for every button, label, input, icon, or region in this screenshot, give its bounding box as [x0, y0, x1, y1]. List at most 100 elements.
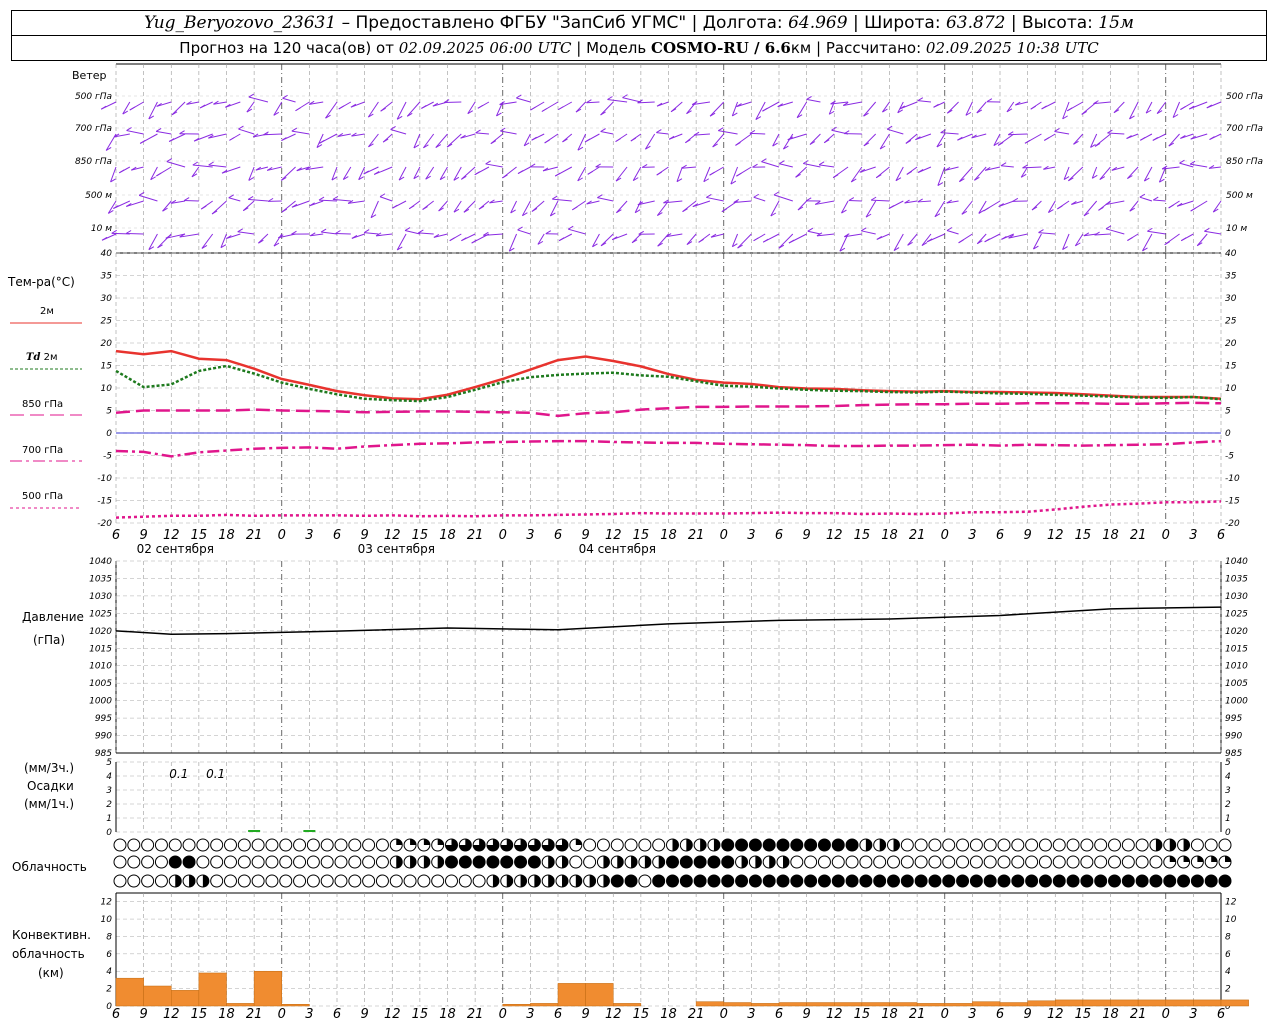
conv-bar — [889, 1002, 918, 1007]
wind-barb — [778, 233, 794, 249]
cloud-circle — [1011, 855, 1025, 869]
cloud-circle — [334, 838, 348, 852]
cloud-fill — [562, 875, 568, 887]
conv-bar — [944, 1003, 973, 1007]
cloud-circle — [362, 838, 376, 852]
wind-barb — [777, 101, 793, 108]
cloud-circle — [942, 874, 956, 888]
cloud-circle — [375, 838, 389, 852]
wind-barb-flag — [541, 108, 548, 112]
cloud-fill — [741, 856, 748, 868]
wind-barb-flag — [630, 137, 637, 142]
wind-barb — [475, 132, 489, 135]
cloud-circle — [900, 874, 914, 888]
temp-ytick-right: 20 — [1225, 339, 1237, 349]
precip-ytick-left: 1 — [106, 814, 112, 824]
cloud-circle — [306, 855, 320, 869]
cloud-circle — [1025, 838, 1039, 852]
cloud-circle — [127, 855, 141, 869]
wind-barb-flag — [807, 227, 814, 232]
pressure-ytick-right: 1030 — [1225, 592, 1248, 602]
wind-barb — [1083, 200, 1098, 217]
cloud-circle — [942, 838, 956, 852]
cloud-fill — [1197, 856, 1204, 862]
wind-barb — [616, 200, 628, 214]
cloud-circle — [265, 855, 279, 869]
pressure-ytick-left: 1005 — [89, 679, 112, 689]
temp-xtick: 18 — [1102, 528, 1119, 543]
cloud-circle — [445, 874, 458, 888]
cloud-circle — [762, 874, 776, 888]
wind-barb-flag — [735, 141, 741, 146]
cloud-circle — [196, 855, 210, 869]
temp-xtick: 12 — [826, 528, 843, 543]
wind-barb-flag — [587, 170, 594, 175]
wind-barb — [246, 101, 255, 113]
wind-barb — [937, 166, 946, 186]
conv-xtick: 6 — [554, 1007, 562, 1022]
conv-xtick: 12 — [826, 1007, 843, 1022]
cloud-circle — [969, 855, 983, 869]
cloud-circle — [1080, 855, 1094, 869]
wind-barb — [282, 97, 296, 103]
wind-barb-flag — [1041, 105, 1047, 110]
cloud-circle — [334, 874, 348, 888]
cloud-fill — [202, 875, 209, 887]
wind-barb — [238, 128, 255, 135]
conv-bar — [1165, 999, 1194, 1007]
conv-xtick: 18 — [1102, 1007, 1119, 1022]
cloud-circle — [721, 874, 735, 888]
cloud-circle — [900, 838, 914, 852]
conv-ytick-left: 2 — [106, 985, 112, 995]
pressure-ytick-right: 1035 — [1225, 574, 1248, 584]
precip-ytick-left: 5 — [106, 758, 112, 768]
cloud-circle — [873, 874, 887, 888]
wind-barb-flag — [1030, 105, 1036, 110]
precip-ytick-left: 2 — [106, 800, 112, 810]
wind-barb — [656, 132, 669, 135]
conv-ytick-right: 4 — [1225, 967, 1231, 977]
conv-xtick: 6 — [333, 1007, 341, 1022]
temp-xtick: 18 — [218, 528, 235, 543]
cloud-fill — [1225, 856, 1231, 862]
wind-barb — [961, 200, 973, 215]
cloud-fill — [617, 856, 624, 868]
cloud-circle — [666, 855, 679, 869]
wind-barb — [418, 232, 434, 235]
wind-barb — [156, 101, 172, 107]
conv-xtick: 12 — [605, 1007, 622, 1022]
wind-barb — [712, 133, 725, 148]
wind-barb — [162, 200, 172, 212]
wind-barb-flag — [567, 225, 574, 230]
conv-xtick: 15 — [854, 1007, 871, 1022]
wind-barb-flag — [958, 239, 964, 244]
wind-barb — [126, 232, 144, 235]
cloud-circle — [306, 874, 320, 888]
conv-xtick: 0 — [720, 1007, 728, 1022]
cloud-circle — [610, 838, 624, 852]
temp-xtick: 9 — [581, 528, 589, 543]
conv-ytick-left: 12 — [101, 898, 113, 908]
wind-barb-flag — [392, 204, 398, 209]
wind-barb — [280, 166, 296, 181]
wind-barb-flag — [129, 106, 135, 111]
cloud-circle — [1121, 838, 1135, 852]
cloud-circle — [1011, 874, 1025, 888]
wind-barb — [976, 233, 987, 245]
conv-xtick: 3 — [305, 1007, 313, 1022]
wind-barb — [552, 198, 572, 202]
wind-barb-flag — [1168, 204, 1174, 209]
conv-xtick: 18 — [881, 1007, 898, 1022]
conv-bar — [281, 1004, 310, 1007]
wind-barb-flag — [1127, 237, 1133, 241]
cloud-circle — [237, 838, 251, 852]
temp-xtick: 21 — [909, 528, 926, 543]
conv-xtick: 0 — [941, 1007, 949, 1022]
conv-bar — [723, 1002, 752, 1007]
wind-barb-flag — [1057, 205, 1063, 210]
temp-ytick-left: 30 — [101, 294, 113, 304]
wind-barb — [406, 101, 421, 117]
conv-bar — [999, 1002, 1028, 1007]
cloud-circle — [251, 838, 265, 852]
wind-barb-flag — [558, 237, 565, 242]
